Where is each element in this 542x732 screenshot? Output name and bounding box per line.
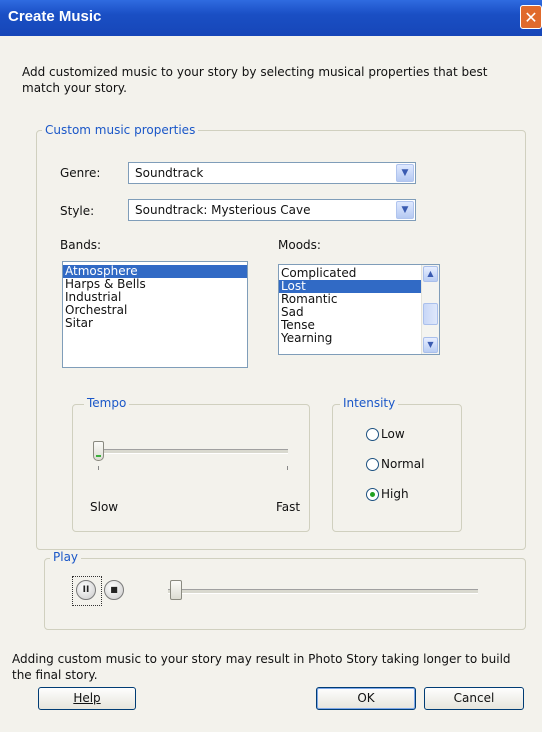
tempo-slow-label: Slow bbox=[90, 500, 119, 514]
moods-scrollbar[interactable]: ▲ ▼ bbox=[421, 265, 439, 354]
tempo-slider-thumb[interactable] bbox=[93, 441, 104, 461]
moods-label: Moods: bbox=[278, 238, 321, 252]
tempo-tick-fast bbox=[287, 466, 288, 470]
genre-label: Genre: bbox=[60, 166, 101, 180]
list-item[interactable]: Yearning bbox=[279, 332, 422, 345]
bands-listbox[interactable]: Atmosphere Harps & Bells Industrial Orch… bbox=[62, 261, 248, 368]
play-legend: Play bbox=[50, 550, 82, 564]
stop-icon: ■ bbox=[110, 585, 118, 594]
stop-button[interactable]: ■ bbox=[104, 580, 124, 600]
pause-icon: II bbox=[82, 585, 90, 595]
scroll-thumb[interactable] bbox=[423, 303, 438, 325]
help-button-label: Help bbox=[73, 691, 101, 705]
style-value: Soundtrack: Mysterious Cave bbox=[135, 203, 311, 217]
chevron-down-icon[interactable]: ▼ bbox=[423, 337, 438, 353]
moods-listbox[interactable]: Complicated Lost Romantic Sad Tense Year… bbox=[278, 264, 440, 355]
close-icon: ✕ bbox=[524, 8, 538, 27]
intensity-normal-radio[interactable] bbox=[366, 458, 379, 471]
bands-label: Bands: bbox=[60, 238, 102, 252]
tempo-legend: Tempo bbox=[84, 396, 130, 410]
style-label: Style: bbox=[60, 204, 95, 218]
playback-slider-track[interactable] bbox=[168, 589, 478, 594]
intensity-low-radio[interactable] bbox=[366, 428, 379, 441]
intensity-high-label[interactable]: High bbox=[381, 487, 409, 501]
chevron-up-icon[interactable]: ▲ bbox=[423, 266, 438, 282]
tempo-slider-track[interactable] bbox=[98, 449, 288, 454]
genre-dropdown[interactable]: Soundtrack ▼ bbox=[128, 162, 416, 184]
intro-text: Add customized music to your story by se… bbox=[22, 65, 488, 95]
intensity-legend: Intensity bbox=[340, 396, 399, 410]
genre-value: Soundtrack bbox=[135, 166, 204, 180]
list-item[interactable]: Sitar bbox=[63, 317, 247, 330]
ok-button-label: OK bbox=[357, 691, 375, 705]
intensity-normal-label[interactable]: Normal bbox=[381, 457, 424, 471]
chevron-down-icon[interactable]: ▼ bbox=[396, 201, 414, 219]
pause-button[interactable]: II bbox=[76, 580, 96, 600]
close-button[interactable]: ✕ bbox=[520, 5, 542, 29]
window-title: Create Music bbox=[8, 8, 102, 25]
playback-slider-thumb[interactable] bbox=[170, 580, 182, 600]
cancel-button-label: Cancel bbox=[453, 691, 495, 705]
chevron-down-icon[interactable]: ▼ bbox=[396, 164, 414, 182]
dialog-body: Add customized music to your story by se… bbox=[0, 36, 542, 732]
tempo-tick-slow bbox=[98, 466, 99, 470]
cancel-button[interactable]: Cancel bbox=[424, 687, 524, 710]
tempo-fast-label: Fast bbox=[276, 500, 301, 514]
ok-button[interactable]: OK bbox=[316, 687, 416, 710]
footer-note: Adding custom music to your story may re… bbox=[12, 652, 511, 682]
style-dropdown[interactable]: Soundtrack: Mysterious Cave ▼ bbox=[128, 199, 416, 221]
custom-music-legend: Custom music properties bbox=[42, 123, 199, 137]
title-bar: Create Music ✕ bbox=[0, 0, 542, 36]
intensity-low-label[interactable]: Low bbox=[381, 427, 405, 441]
help-button[interactable]: Help bbox=[38, 687, 136, 710]
intensity-high-radio[interactable] bbox=[366, 488, 379, 501]
